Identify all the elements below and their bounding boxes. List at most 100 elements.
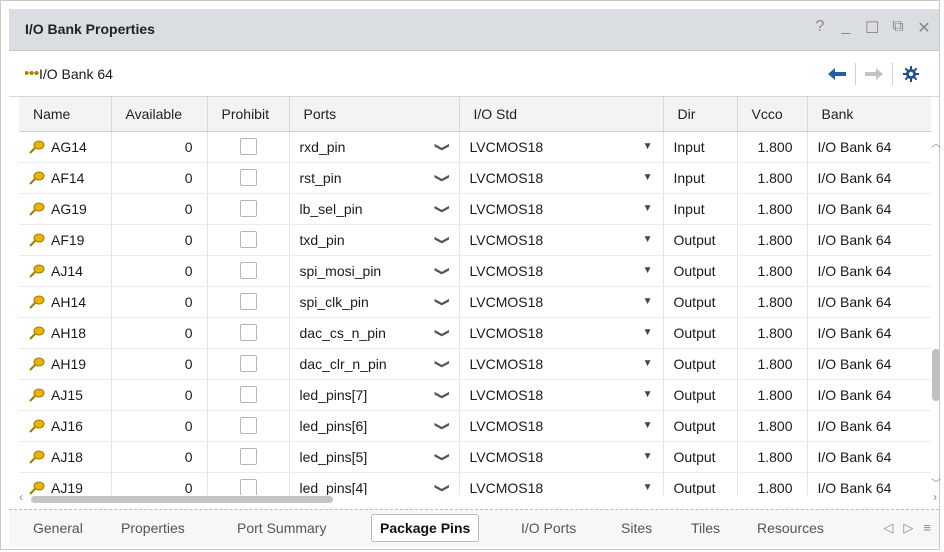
dropdown-triangle-icon[interactable]: ▼ [643,482,653,493]
io-std-cell[interactable]: LVCMOS18 ▼ [459,441,664,473]
dropdown-triangle-icon[interactable]: ▼ [643,420,653,431]
io-std-cell[interactable]: LVCMOS18 ▼ [459,472,664,495]
pin-name-cell[interactable]: AH14 [19,286,112,318]
chevron-down-icon[interactable]: ❯ [435,265,452,275]
minimize-icon[interactable]: _ [839,18,853,38]
port-cell[interactable]: led_pins[4] ❯ [289,472,460,495]
pin-name-cell[interactable]: AJ18 [19,441,112,473]
horizontal-scrollbar[interactable]: ‹ › [19,490,937,505]
chevron-down-icon[interactable]: ❯ [435,296,452,306]
io-std-cell[interactable]: LVCMOS18 ▼ [459,286,664,318]
dropdown-triangle-icon[interactable]: ▼ [643,203,653,214]
port-cell[interactable]: txd_pin ❯ [289,224,460,256]
vertical-scroll-thumb[interactable] [932,349,940,401]
dropdown-triangle-icon[interactable]: ▼ [643,358,653,369]
pin-name-cell[interactable]: AH18 [19,317,112,349]
port-cell[interactable]: dac_clr_n_pin ❯ [289,348,460,380]
tab-properties[interactable]: Properties [121,520,185,536]
io-std-cell[interactable]: LVCMOS18 ▼ [459,162,664,194]
scroll-down-icon[interactable]: ﹀ [931,475,941,490]
table-row[interactable]: AJ18 0 led_pins[5] ❯ LVCMOS18 ▼ Output 1.800 I/O… [19,441,931,473]
column-header-name[interactable]: Name [19,97,112,132]
chevron-down-icon[interactable]: ❯ [435,234,452,244]
chevron-down-icon[interactable]: ❯ [435,482,452,492]
table-row[interactable]: AH14 0 spi_clk_pin ❯ LVCMOS18 ▼ Output 1.800 I/O… [19,286,931,318]
column-header-dir[interactable]: Dir [663,97,738,132]
back-button[interactable] [819,62,855,86]
scroll-up-icon[interactable]: ︿ [931,135,941,150]
prohibit-checkbox[interactable] [239,386,257,404]
port-cell[interactable]: led_pins[7] ❯ [289,379,460,411]
table-row[interactable]: AH19 0 dac_clr_n_pin ❯ LVCMOS18 ▼ Output 1.800 I… [19,348,931,380]
column-header-available[interactable]: Available [111,97,208,132]
column-header-io-std[interactable]: I/O Std [459,97,664,132]
prohibit-checkbox[interactable] [239,262,257,280]
chevron-down-icon[interactable]: ❯ [435,420,452,430]
prohibit-checkbox[interactable] [239,169,257,187]
io-std-cell[interactable]: LVCMOS18 ▼ [459,131,664,163]
port-cell[interactable]: rst_pin ❯ [289,162,460,194]
column-header-vcco[interactable]: Vcco [737,97,808,132]
table-row[interactable]: AG19 0 lb_sel_pin ❯ LVCMOS18 ▼ Input 1.800 I/O B… [19,193,931,225]
port-cell[interactable]: spi_clk_pin ❯ [289,286,460,318]
chevron-down-icon[interactable]: ❯ [435,358,452,368]
chevron-down-icon[interactable]: ❯ [435,451,452,461]
tab-tiles[interactable]: Tiles [691,520,720,536]
chevron-down-icon[interactable]: ❯ [435,141,452,151]
close-icon[interactable]: ✕ [917,18,931,38]
dropdown-triangle-icon[interactable]: ▼ [643,389,653,400]
io-std-cell[interactable]: LVCMOS18 ▼ [459,317,664,349]
float-icon[interactable]: ⧉ [891,18,905,38]
column-header-ports[interactable]: Ports [289,97,460,132]
table-row[interactable]: AH18 0 dac_cs_n_pin ❯ LVCMOS18 ▼ Output 1.800 I/… [19,317,931,349]
tab-general[interactable]: General [33,520,83,536]
prohibit-checkbox[interactable] [239,448,257,466]
port-cell[interactable]: dac_cs_n_pin ❯ [289,317,460,349]
tab-sites[interactable]: Sites [621,520,652,536]
maximize-icon[interactable]: ☐ [865,18,879,38]
dropdown-triangle-icon[interactable]: ▼ [643,141,653,152]
dropdown-triangle-icon[interactable]: ▼ [643,265,653,276]
io-std-cell[interactable]: LVCMOS18 ▼ [459,224,664,256]
dropdown-triangle-icon[interactable]: ▼ [643,296,653,307]
column-header-bank[interactable]: Bank [807,97,931,132]
chevron-down-icon[interactable]: ❯ [435,172,452,182]
port-cell[interactable]: rxd_pin ❯ [289,131,460,163]
dropdown-triangle-icon[interactable]: ▼ [643,451,653,462]
tab-scroll-left-icon[interactable]: ◁ [883,520,893,536]
port-cell[interactable]: led_pins[5] ❯ [289,441,460,473]
pin-name-cell[interactable]: AJ16 [19,410,112,442]
io-std-cell[interactable]: LVCMOS18 ▼ [459,193,664,225]
chevron-down-icon[interactable]: ❯ [435,327,452,337]
scroll-right-icon[interactable]: › [933,490,937,504]
tab-resources[interactable]: Resources [757,520,824,536]
port-cell[interactable]: spi_mosi_pin ❯ [289,255,460,287]
vertical-scrollbar[interactable]: ︿ ﹀ [931,131,941,495]
io-std-cell[interactable]: LVCMOS18 ▼ [459,410,664,442]
prohibit-checkbox[interactable] [239,293,257,311]
tab-menu-icon[interactable]: ≡ [923,520,931,536]
dropdown-triangle-icon[interactable]: ▼ [643,172,653,183]
help-icon[interactable]: ? [813,18,827,38]
prohibit-checkbox[interactable] [239,417,257,435]
pin-name-cell[interactable]: AG19 [19,193,112,225]
prohibit-checkbox[interactable] [239,231,257,249]
port-cell[interactable]: led_pins[6] ❯ [289,410,460,442]
port-cell[interactable]: lb_sel_pin ❯ [289,193,460,225]
tab-package-pins[interactable]: Package Pins [371,514,480,542]
prohibit-checkbox[interactable] [239,324,257,342]
io-std-cell[interactable]: LVCMOS18 ▼ [459,255,664,287]
table-row[interactable]: AJ15 0 led_pins[7] ❯ LVCMOS18 ▼ Output 1.800 I/O… [19,379,931,411]
pin-name-cell[interactable]: AF19 [19,224,112,256]
pin-name-cell[interactable]: AF14 [19,162,112,194]
chevron-down-icon[interactable]: ❯ [435,389,452,399]
chevron-down-icon[interactable]: ❯ [435,203,452,213]
forward-button[interactable] [856,62,892,86]
pin-name-cell[interactable]: AG14 [19,131,112,163]
tab-io-ports[interactable]: I/O Ports [521,520,576,536]
table-row[interactable]: AF19 0 txd_pin ❯ LVCMOS18 ▼ Output 1.800 I/O Ban… [19,224,931,256]
dropdown-triangle-icon[interactable]: ▼ [643,234,653,245]
horizontal-scroll-thumb[interactable] [31,496,333,503]
pin-name-cell[interactable]: AH19 [19,348,112,380]
table-row[interactable]: AG14 0 rxd_pin ❯ LVCMOS18 ▼ Input 1.800 I/O Bank… [19,131,931,163]
